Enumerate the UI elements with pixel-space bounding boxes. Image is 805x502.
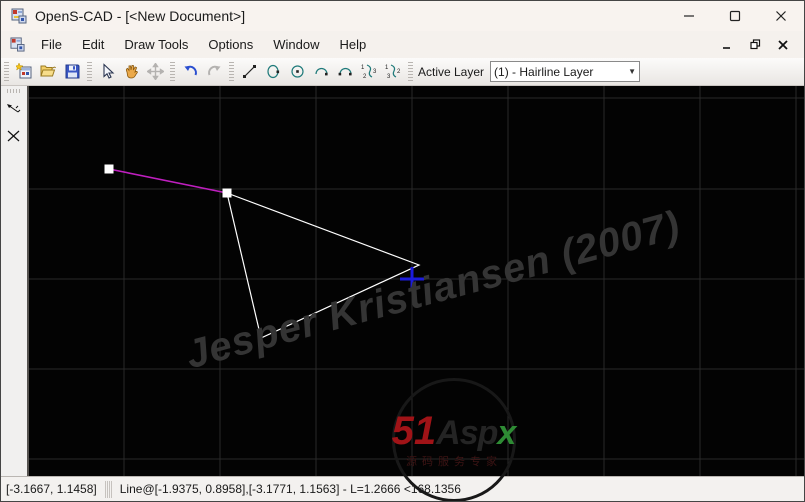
svg-text:1: 1 — [385, 65, 389, 71]
vertex-handle[interactable] — [104, 164, 114, 174]
line-tool-button[interactable] — [237, 60, 261, 84]
circle-center-tool-icon — [290, 65, 304, 78]
side-toolbar — [1, 86, 29, 476]
new-document-icon — [15, 63, 31, 79]
mdi-restore-icon — [749, 39, 760, 50]
measure-line-tool-button[interactable] — [3, 99, 25, 121]
delete-cross-tool-button[interactable] — [3, 125, 25, 147]
redo-icon — [207, 65, 220, 76]
new-document-button[interactable] — [12, 60, 36, 84]
toolbar-grip[interactable] — [408, 61, 413, 82]
active-layer-label: Active Layer — [418, 64, 485, 79]
main-toolbar: 1 2 3 1 3 2 Active Layer (1) - Hairline … — [1, 58, 804, 86]
cursor-position-readout: [-3.1667, 1.1458] — [6, 482, 97, 496]
mdi-close-icon — [778, 39, 788, 50]
toolbar-grip[interactable] — [229, 61, 234, 82]
arc-endpoints-tool-button[interactable] — [333, 60, 357, 84]
side-toolbar-grip[interactable] — [7, 89, 21, 93]
arc-tool-icon — [314, 67, 328, 76]
save-button[interactable] — [60, 60, 84, 84]
menu-window[interactable]: Window — [263, 33, 329, 56]
close-button[interactable] — [758, 1, 804, 31]
minimize-button[interactable] — [666, 1, 712, 31]
triangle-entity[interactable] — [226, 192, 421, 339]
svg-text:3: 3 — [387, 74, 391, 80]
mdi-close-button[interactable] — [774, 37, 792, 53]
drawing-canvas[interactable]: Jesper Kristiansen (2007) — [29, 86, 804, 476]
line-tool-icon — [242, 65, 256, 78]
mdi-minimize-button[interactable] — [718, 37, 736, 53]
menu-options[interactable]: Options — [198, 33, 263, 56]
selection-info-readout: Line@[-1.9375, 0.8958],[-3.1771, 1.1563]… — [119, 482, 461, 496]
svg-text:1: 1 — [361, 65, 365, 71]
arc-endpoints-tool-icon — [338, 67, 352, 76]
open-folder-icon — [39, 65, 56, 77]
ellipse-tool-button[interactable] — [261, 60, 285, 84]
chevron-down-icon: ▼ — [628, 67, 637, 76]
arc-tool-button[interactable] — [309, 60, 333, 84]
menu-file[interactable]: File — [31, 33, 72, 56]
undo-icon — [184, 65, 197, 76]
curve-2-point-tool-icon: 1 3 2 — [385, 64, 401, 80]
maximize-button[interactable] — [712, 1, 758, 31]
menu-draw-tools[interactable]: Draw Tools — [114, 33, 198, 56]
close-icon — [776, 11, 786, 21]
circle-center-tool-button[interactable] — [285, 60, 309, 84]
svg-text:2: 2 — [397, 69, 401, 75]
curve-2-point-tool-button[interactable]: 1 3 2 — [381, 60, 405, 84]
mdi-minimize-icon — [723, 46, 730, 49]
ellipse-tool-icon — [266, 64, 279, 79]
select-arrow-icon — [102, 63, 114, 79]
app-window: OpenS-CAD - [<New Document>] File Edit D… — [0, 0, 805, 502]
snap-crosshair-cursor — [400, 267, 424, 291]
grid-lines — [29, 86, 804, 476]
mdi-restore-button[interactable] — [746, 37, 764, 53]
minimize-icon — [684, 15, 694, 17]
toolbar-grip[interactable] — [87, 61, 92, 82]
measure-line-icon — [7, 104, 21, 113]
curve-3-point-tool-icon: 1 2 3 — [361, 64, 377, 80]
move-cross-icon — [146, 63, 164, 80]
maximize-icon — [729, 10, 741, 22]
menu-help[interactable]: Help — [329, 33, 376, 56]
pan-hand-icon — [125, 64, 138, 79]
app-icon — [11, 8, 27, 24]
toolbar-grip[interactable] — [4, 61, 9, 82]
toolbar-grip[interactable] — [170, 61, 175, 82]
svg-text:2: 2 — [363, 74, 367, 80]
title-bar: OpenS-CAD - [<New Document>] — [1, 1, 804, 31]
layer-combobox-value: (1) - Hairline Layer — [494, 64, 594, 79]
menu-bar: File Edit Draw Tools Options Window Help — [1, 31, 804, 58]
vertex-handle[interactable] — [222, 188, 232, 198]
status-bar: [-3.1667, 1.1458] Line@[-1.9375, 0.8958]… — [1, 476, 804, 501]
layer-combobox[interactable]: (1) - Hairline Layer ▼ — [490, 61, 641, 82]
svg-text:3: 3 — [373, 69, 377, 75]
open-file-button[interactable] — [36, 60, 60, 84]
window-title: OpenS-CAD - [<New Document>] — [35, 8, 246, 24]
document-icon — [10, 37, 25, 52]
undo-button[interactable] — [178, 60, 202, 84]
curve-3-point-tool-button[interactable]: 1 2 3 — [357, 60, 381, 84]
status-bar-grip — [104, 480, 112, 498]
mdi-client-area: Jesper Kristiansen (2007) — [1, 86, 804, 476]
move-tool-button[interactable] — [143, 60, 167, 84]
delete-cross-icon — [7, 130, 20, 142]
save-floppy-icon — [65, 64, 79, 79]
redo-button[interactable] — [202, 60, 226, 84]
menu-edit[interactable]: Edit — [72, 33, 114, 56]
pan-tool-button[interactable] — [119, 60, 143, 84]
select-tool-button[interactable] — [95, 60, 119, 84]
